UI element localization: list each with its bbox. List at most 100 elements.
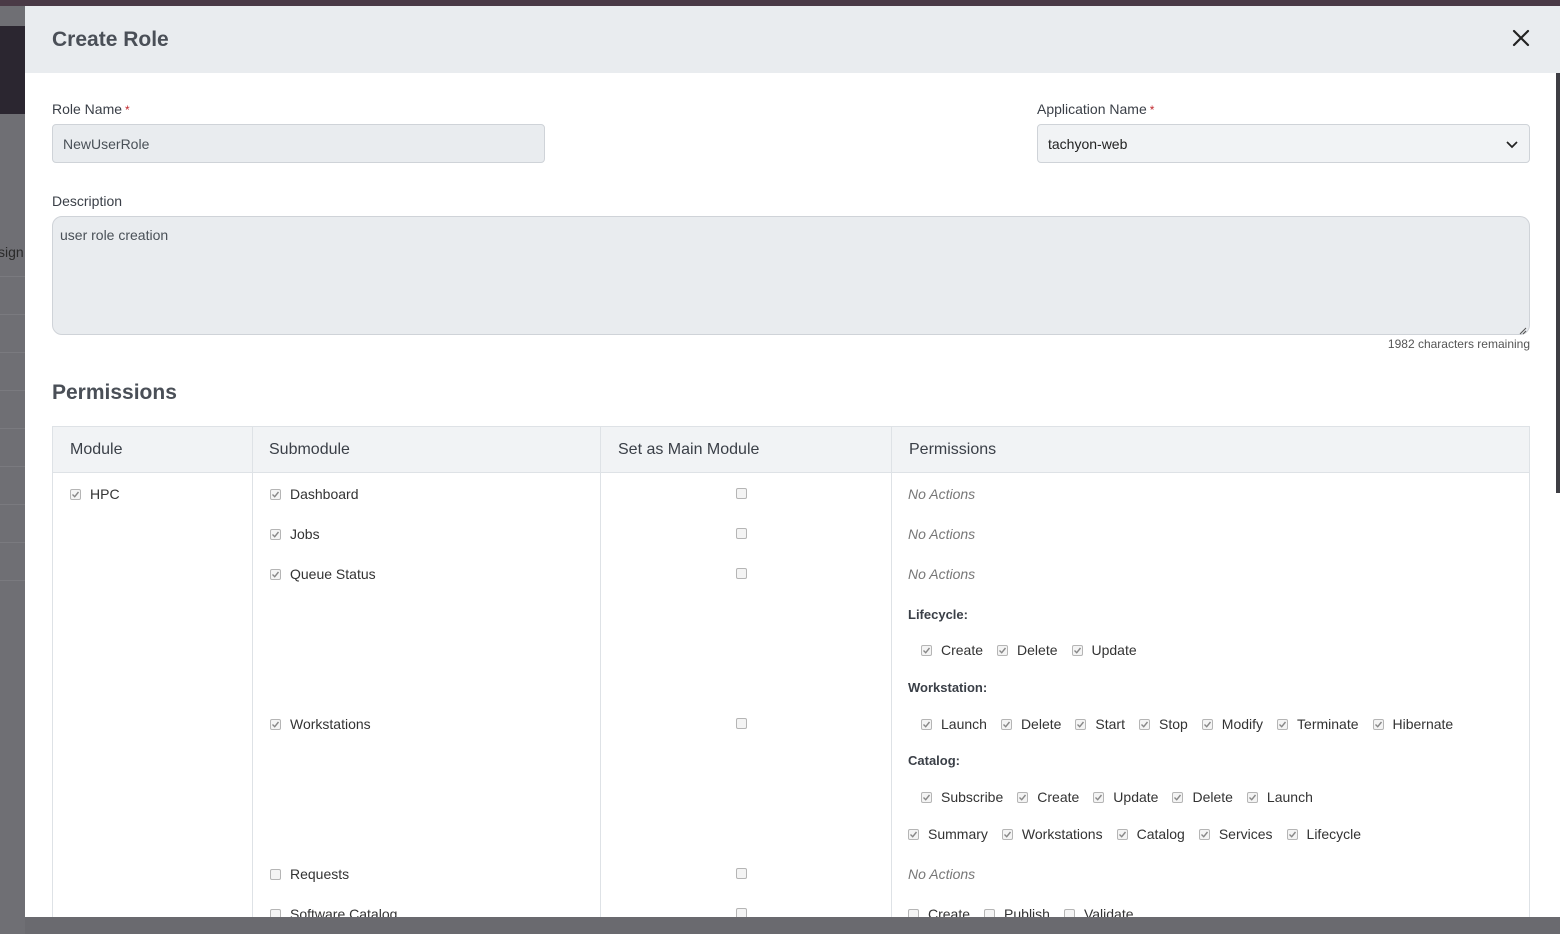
checkbox-icon[interactable] (1071, 644, 1083, 656)
description-textarea[interactable]: user role creation (52, 216, 1530, 335)
action-validate[interactable]: Validate (1063, 906, 1134, 917)
sidebar-row (0, 580, 25, 618)
tab-summary[interactable]: Summary (908, 826, 988, 842)
checkbox-icon[interactable] (997, 644, 1009, 656)
action-hibernate[interactable]: Hibernate (1372, 716, 1453, 732)
lifecycle-actions: Create Delete Update (921, 640, 1151, 660)
resize-handle-icon[interactable] (1517, 322, 1527, 335)
checkbox-icon[interactable] (1075, 718, 1087, 730)
checkbox-icon[interactable] (1277, 718, 1289, 730)
main-module-checkbox[interactable] (736, 903, 756, 917)
checkbox-icon[interactable] (1198, 828, 1210, 840)
group-lifecycle: Lifecycle: (908, 606, 968, 622)
application-name-select[interactable]: tachyon-web (1037, 124, 1530, 163)
required-mark: * (125, 103, 130, 117)
checkbox-icon[interactable] (1372, 718, 1384, 730)
header-permissions: Permissions (909, 441, 997, 458)
tab-workstations[interactable]: Workstations (1001, 826, 1103, 842)
checkbox-icon[interactable] (270, 488, 281, 500)
create-role-modal: Create Role Role Name * NewUserRole Appli… (25, 6, 1560, 917)
main-module-checkbox[interactable] (736, 563, 756, 583)
action-delete[interactable]: Delete (997, 642, 1058, 658)
checkbox-icon[interactable] (1286, 828, 1298, 840)
submodule-label: Requests (290, 866, 350, 882)
tab-lifecycle[interactable]: Lifecycle (1286, 826, 1361, 842)
checkbox-icon[interactable] (1000, 718, 1012, 730)
close-icon[interactable] (1510, 27, 1532, 49)
checkbox-icon[interactable] (736, 487, 747, 499)
checkbox-icon[interactable] (984, 908, 996, 917)
checkbox-icon[interactable] (1246, 791, 1258, 803)
module-hpc[interactable]: HPC (70, 484, 120, 504)
sidebar-partial-text: sign (0, 244, 24, 260)
action-modify[interactable]: Modify (1201, 716, 1263, 732)
role-name-input[interactable]: NewUserRole (52, 124, 545, 163)
action-publish[interactable]: Publish (984, 906, 1050, 917)
checkbox-icon[interactable] (1001, 828, 1013, 840)
sidebar-row (0, 390, 25, 428)
submodule-label: Jobs (290, 526, 320, 542)
checkbox-icon[interactable] (270, 908, 281, 917)
checkbox-icon[interactable] (921, 718, 932, 730)
checkbox-icon[interactable] (921, 644, 932, 656)
table-row[interactable]: Jobs (270, 524, 320, 544)
action-subscribe[interactable]: Subscribe (921, 789, 1003, 805)
checkbox-icon[interactable] (921, 791, 932, 803)
main-module-checkbox[interactable] (736, 523, 756, 543)
sidebar-row (0, 276, 25, 314)
action-stop[interactable]: Stop (1138, 716, 1188, 732)
table-row[interactable]: Queue Status (270, 564, 376, 584)
tab-services[interactable]: Services (1198, 826, 1273, 842)
sidebar-row (0, 542, 25, 580)
checkbox-icon[interactable] (1093, 791, 1105, 803)
checkbox-icon[interactable] (70, 488, 81, 500)
action-create[interactable]: Create (908, 906, 970, 917)
application-name-value: tachyon-web (1048, 135, 1128, 152)
module-label: HPC (90, 486, 120, 502)
checkbox-icon[interactable] (908, 828, 919, 840)
checkbox-icon[interactable] (736, 867, 747, 879)
sidebar-row (0, 466, 25, 504)
action-update[interactable]: Update (1071, 642, 1137, 658)
checkbox-icon[interactable] (270, 568, 281, 580)
main-module-checkbox[interactable] (736, 863, 756, 883)
submodule-label: Dashboard (290, 486, 359, 502)
checkbox-icon[interactable] (1063, 908, 1075, 917)
action-start[interactable]: Start (1075, 716, 1125, 732)
checkbox-icon[interactable] (1172, 791, 1184, 803)
action-launch[interactable]: Launch (921, 716, 987, 732)
action-update[interactable]: Update (1093, 789, 1158, 805)
table-row[interactable]: Requests (270, 864, 349, 884)
checkbox-icon[interactable] (1201, 718, 1213, 730)
modal-scrollbar[interactable] (1556, 73, 1560, 493)
checkbox-icon[interactable] (1116, 828, 1128, 840)
action-launch[interactable]: Launch (1246, 789, 1313, 805)
group-catalog: Catalog: (908, 752, 960, 768)
description-label: Description (52, 193, 123, 209)
checkbox-icon[interactable] (908, 908, 919, 917)
column-divider (600, 427, 601, 917)
submodule-label: Queue Status (290, 566, 376, 582)
chevron-down-icon (1505, 137, 1519, 151)
main-module-checkbox[interactable] (736, 483, 756, 503)
action-create[interactable]: Create (921, 642, 983, 658)
table-row[interactable]: Dashboard (270, 484, 359, 504)
action-delete[interactable]: Delete (1000, 716, 1061, 732)
main-module-checkbox[interactable] (736, 713, 756, 733)
checkbox-icon[interactable] (270, 868, 281, 880)
table-row[interactable]: Software Catalog (270, 904, 397, 917)
checkbox-icon[interactable] (1138, 718, 1150, 730)
checkbox-icon[interactable] (270, 528, 281, 540)
action-delete[interactable]: Delete (1172, 789, 1233, 805)
action-terminate[interactable]: Terminate (1277, 716, 1359, 732)
software-catalog-actions: Create Publish Validate (908, 904, 1148, 917)
table-row[interactable]: Workstations (270, 714, 371, 734)
action-create[interactable]: Create (1017, 789, 1079, 805)
checkbox-icon[interactable] (736, 567, 747, 579)
checkbox-icon[interactable] (736, 907, 747, 917)
checkbox-icon[interactable] (736, 717, 747, 729)
checkbox-icon[interactable] (1017, 791, 1029, 803)
tab-catalog[interactable]: Catalog (1116, 826, 1185, 842)
checkbox-icon[interactable] (736, 527, 747, 539)
checkbox-icon[interactable] (270, 718, 281, 730)
